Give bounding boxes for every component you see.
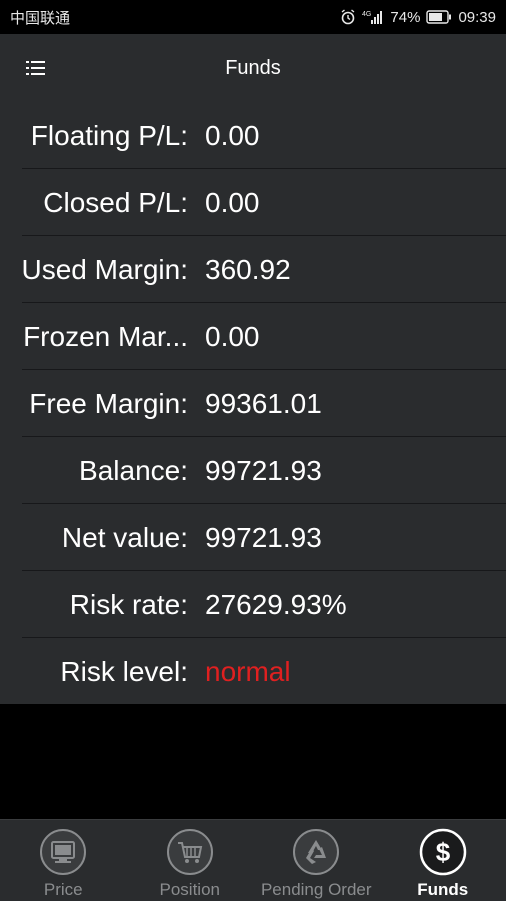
fund-value: 99721.93: [205, 522, 322, 554]
fund-value: 0.00: [205, 120, 260, 152]
funds-list: Floating P/L: 0.00 Closed P/L: 0.00 Used…: [0, 102, 506, 704]
fund-row-floating-pl: Floating P/L: 0.00: [0, 102, 506, 169]
nav-price[interactable]: Price: [0, 820, 127, 901]
fund-row-frozen-margin: Frozen Mar... 0.00: [0, 303, 506, 370]
app-header: Funds: [0, 34, 506, 103]
monitor-icon: [39, 828, 87, 876]
carrier-label: 中国联通: [10, 7, 70, 28]
bottom-nav: Price Position Pending Order: [0, 819, 506, 901]
fund-label: Balance:: [0, 455, 188, 487]
fund-label: Risk rate:: [0, 589, 188, 621]
fund-label: Net value:: [0, 522, 188, 554]
clock: 09:39: [458, 9, 496, 26]
fund-value: 360.92: [205, 254, 291, 286]
nav-position[interactable]: Position: [127, 820, 254, 901]
nav-label: Pending Order: [261, 880, 372, 900]
svg-text:4G: 4G: [362, 11, 371, 18]
status-bar: 中国联通 4G 74% 09:39: [0, 0, 506, 34]
nav-label: Funds: [417, 880, 468, 900]
fund-row-closed-pl: Closed P/L: 0.00: [0, 169, 506, 236]
fund-row-free-margin: Free Margin: 99361.01: [0, 370, 506, 437]
alarm-icon: [340, 9, 356, 25]
nav-label: Price: [44, 880, 83, 900]
fund-value: 0.00: [205, 321, 260, 353]
fund-row-used-margin: Used Margin: 360.92: [0, 236, 506, 303]
fund-label: Floating P/L:: [0, 120, 188, 152]
fund-value: 99721.93: [205, 455, 322, 487]
signal-icon: 4G: [362, 9, 384, 25]
dollar-icon: $: [419, 828, 467, 876]
fund-row-risk-level: Risk level: normal: [0, 638, 506, 705]
battery-icon: [426, 10, 452, 24]
fund-row-risk-rate: Risk rate: 27629.93%: [0, 571, 506, 638]
fund-row-balance: Balance: 99721.93: [0, 437, 506, 504]
page-title: Funds: [225, 57, 281, 80]
battery-percent: 74%: [390, 9, 420, 26]
fund-label: Risk level:: [0, 656, 188, 688]
nav-label: Position: [160, 880, 220, 900]
fund-value: 99361.01: [205, 388, 322, 420]
svg-text:$: $: [436, 837, 451, 867]
fund-value: 27629.93%: [205, 589, 347, 621]
cart-icon: [166, 828, 214, 876]
fund-label: Free Margin:: [0, 388, 188, 420]
fund-label: Frozen Mar...: [0, 321, 188, 353]
fund-label: Used Margin:: [0, 254, 188, 286]
recycle-icon: [292, 828, 340, 876]
fund-label: Closed P/L:: [0, 187, 188, 219]
risk-level-status: normal: [205, 656, 291, 688]
list-menu-icon[interactable]: [26, 58, 46, 78]
status-indicators: 4G 74% 09:39: [340, 9, 496, 26]
fund-row-net-value: Net value: 99721.93: [0, 504, 506, 571]
nav-pending-order[interactable]: Pending Order: [253, 820, 380, 901]
nav-funds[interactable]: $ Funds: [380, 820, 506, 901]
fund-value: 0.00: [205, 187, 260, 219]
